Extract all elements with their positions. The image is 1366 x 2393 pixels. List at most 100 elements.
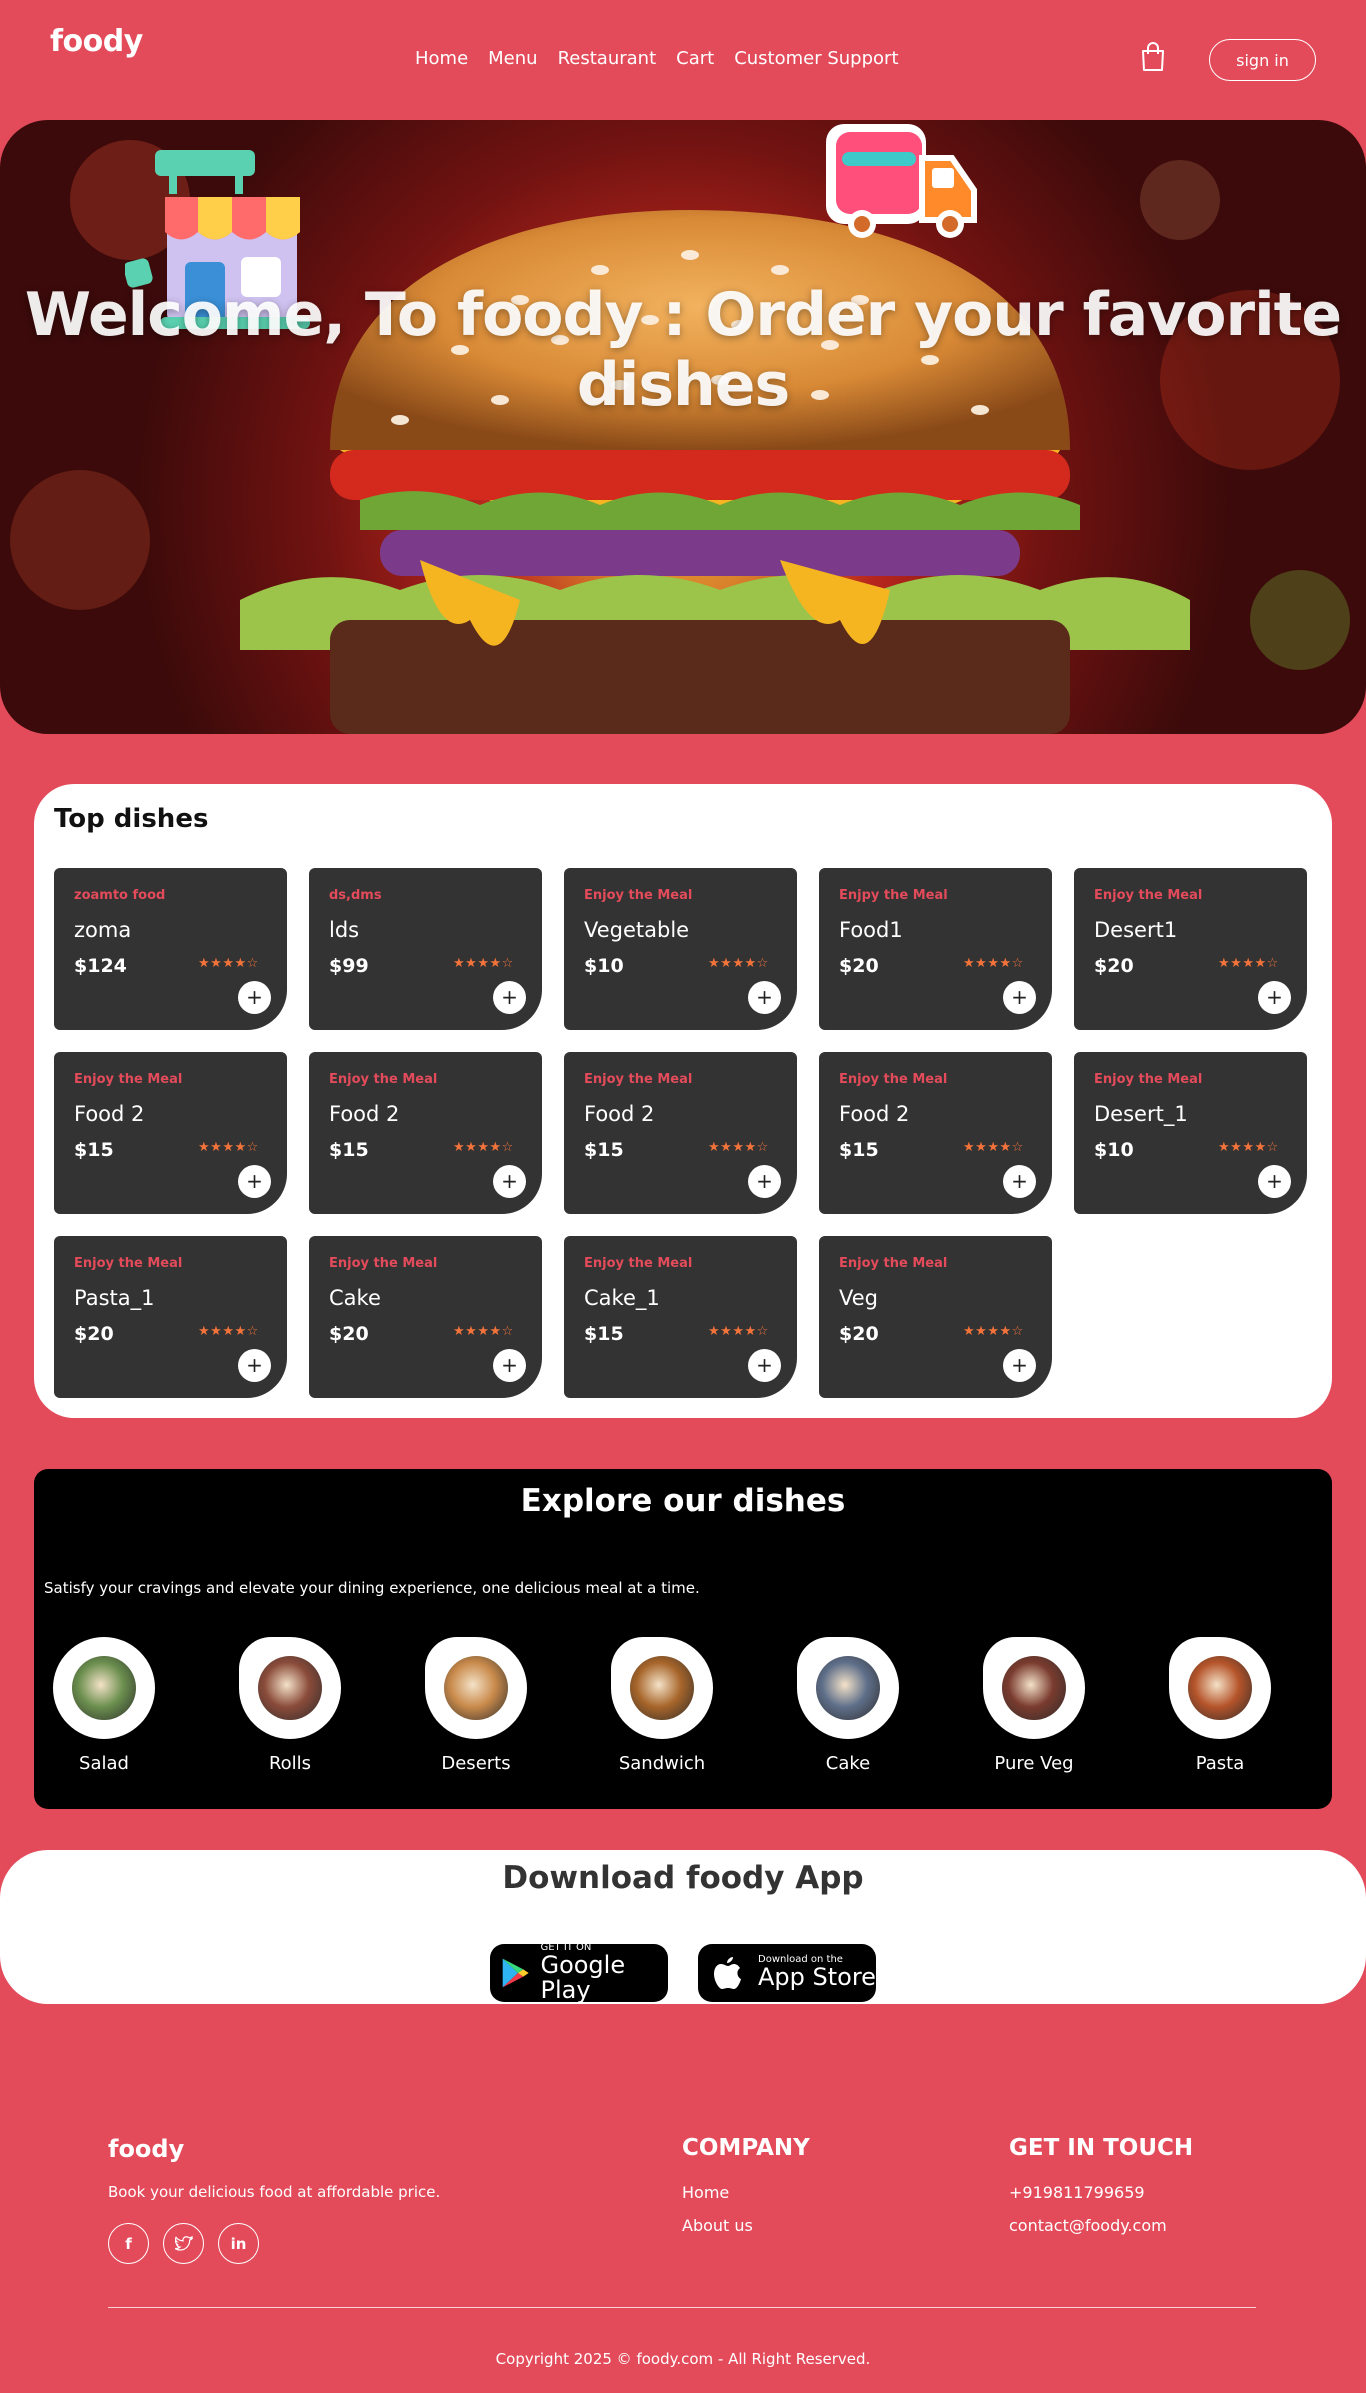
nav-link-restaurant[interactable]: Restaurant (558, 48, 657, 69)
dish-card[interactable]: Enjoy the Meal Desert_1 $10 ★★★★☆ + (1074, 1052, 1307, 1214)
footer: foody Book your delicious food at afford… (0, 2053, 1366, 2393)
dish-card[interactable]: Enjoy the Meal Food 2 $15 ★★★★☆ + (309, 1052, 542, 1214)
app-store-button[interactable]: Download on the App Store (698, 1944, 876, 2002)
category-item[interactable]: Deserts (416, 1637, 536, 1774)
category-item[interactable]: Salad (44, 1637, 164, 1774)
google-play-icon (502, 1958, 529, 1988)
star-filled-icon: ★ (1218, 1140, 1231, 1155)
add-to-cart-button[interactable]: + (238, 1165, 271, 1198)
star-filled-icon: ★ (1242, 1140, 1255, 1155)
facebook-icon[interactable]: f (108, 2223, 149, 2264)
nav-link-home[interactable]: Home (415, 48, 468, 69)
category-item[interactable]: Pure Veg (974, 1637, 1094, 1774)
star-filled-icon: ★ (708, 1140, 721, 1155)
category-label: Deserts (441, 1753, 511, 1774)
add-to-cart-button[interactable]: + (493, 1165, 526, 1198)
google-play-button[interactable]: GET IT ON Google Play (490, 1942, 668, 2003)
star-empty-icon: ☆ (246, 956, 259, 971)
add-to-cart-button[interactable]: + (1003, 981, 1036, 1014)
star-filled-icon: ★ (999, 956, 1012, 971)
dish-card[interactable]: zoamto food zoma $124 ★★★★☆ + (54, 868, 287, 1030)
add-to-cart-button[interactable]: + (1003, 1165, 1036, 1198)
nav-link-customer-support[interactable]: Customer Support (734, 48, 898, 69)
dish-card[interactable]: Enjoy the Meal Food 2 $15 ★★★★☆ + (819, 1052, 1052, 1214)
dish-card[interactable]: Enjoy the Meal Cake_1 $15 ★★★★☆ + (564, 1236, 797, 1398)
download-title: Download foody App (502, 1860, 864, 1896)
dish-tag: Enjoy the Meal (329, 1256, 438, 1271)
rating-stars: ★★★★☆ (963, 956, 1024, 971)
star-filled-icon: ★ (1218, 956, 1231, 971)
dish-name: Food 2 (839, 1102, 910, 1126)
copyright-text: Copyright 2025 © foody.com - All Right R… (495, 2350, 871, 2368)
category-image-frame (983, 1637, 1085, 1739)
star-filled-icon: ★ (489, 1140, 502, 1155)
dish-card[interactable]: Enjoy the Meal Pasta_1 $20 ★★★★☆ + (54, 1236, 287, 1398)
dish-card[interactable]: Enjoy the Meal Food 2 $15 ★★★★☆ + (564, 1052, 797, 1214)
star-filled-icon: ★ (477, 956, 490, 971)
dish-name: Food 2 (584, 1102, 655, 1126)
star-empty-icon: ☆ (246, 1324, 259, 1339)
star-filled-icon: ★ (465, 956, 478, 971)
category-item[interactable]: Sandwich (602, 1637, 722, 1774)
nav-link-menu[interactable]: Menu (488, 48, 537, 69)
nav-link-cart[interactable]: Cart (676, 48, 714, 69)
category-item[interactable]: Rolls (230, 1637, 350, 1774)
add-to-cart-button[interactable]: + (1258, 981, 1291, 1014)
dish-name: Vegetable (584, 918, 690, 942)
star-filled-icon: ★ (987, 956, 1000, 971)
footer-phone[interactable]: +919811799659 (1009, 2183, 1145, 2202)
star-filled-icon: ★ (489, 1324, 502, 1339)
dish-card[interactable]: ds,dms lds $99 ★★★★☆ + (309, 868, 542, 1030)
dish-card[interactable]: Enjoy the Meal Cake $20 ★★★★☆ + (309, 1236, 542, 1398)
dish-card[interactable]: Enjoy the Meal Veg $20 ★★★★☆ + (819, 1236, 1052, 1398)
footer-link-about[interactable]: About us (682, 2216, 753, 2235)
brand-logo[interactable]: foody (50, 24, 143, 59)
star-filled-icon: ★ (1242, 956, 1255, 971)
add-to-cart-button[interactable]: + (1003, 1349, 1036, 1382)
dish-card[interactable]: Enjoy the Meal Vegetable $10 ★★★★☆ + (564, 868, 797, 1030)
food-plate-icon (816, 1656, 880, 1720)
dish-tag: Enjoy the Meal (74, 1072, 183, 1087)
add-to-cart-button[interactable]: + (493, 1349, 526, 1382)
footer-divider (108, 2307, 1256, 2308)
add-to-cart-button[interactable]: + (1258, 1165, 1291, 1198)
add-to-cart-button[interactable]: + (748, 981, 781, 1014)
star-empty-icon: ☆ (501, 956, 514, 971)
app-store-big-text: App Store (758, 1963, 876, 1992)
star-filled-icon: ★ (198, 956, 211, 971)
dish-card[interactable]: Enjoy the Meal Food 2 $15 ★★★★☆ + (54, 1052, 287, 1214)
twitter-icon[interactable] (163, 2223, 204, 2264)
add-to-cart-button[interactable]: + (748, 1349, 781, 1382)
category-label: Cake (825, 1753, 871, 1774)
category-item[interactable]: Pasta (1160, 1637, 1280, 1774)
star-filled-icon: ★ (222, 956, 235, 971)
dish-name: Pasta_1 (74, 1286, 155, 1310)
dish-price: $20 (74, 1323, 114, 1345)
rating-stars: ★★★★☆ (963, 1140, 1024, 1155)
footer-email[interactable]: contact@foody.com (1009, 2216, 1167, 2235)
category-row: Salad Rolls Deserts Sandwich Cake Pure Veg Pas… (44, 1637, 1332, 1774)
add-to-cart-button[interactable]: + (238, 981, 271, 1014)
add-to-cart-button[interactable]: + (238, 1349, 271, 1382)
linkedin-icon[interactable]: in (218, 2223, 259, 2264)
footer-link-home[interactable]: Home (682, 2183, 729, 2202)
star-filled-icon: ★ (975, 1324, 988, 1339)
food-plate-icon (258, 1656, 322, 1720)
star-filled-icon: ★ (975, 956, 988, 971)
category-label: Pure Veg (994, 1753, 1074, 1774)
dish-tag: zoamto food (74, 888, 166, 903)
shopping-bag-icon[interactable] (1140, 42, 1166, 72)
dish-price: $20 (329, 1323, 369, 1345)
category-item[interactable]: Cake (788, 1637, 908, 1774)
dish-price: $20 (839, 955, 879, 977)
add-to-cart-button[interactable]: + (493, 981, 526, 1014)
dish-name: Desert1 (1094, 918, 1178, 942)
star-empty-icon: ☆ (501, 1140, 514, 1155)
add-to-cart-button[interactable]: + (748, 1165, 781, 1198)
sign-in-button[interactable]: sign in (1209, 39, 1316, 81)
dish-price: $20 (1094, 955, 1134, 977)
star-filled-icon: ★ (1254, 956, 1267, 971)
dish-card[interactable]: Enjpy the Meal Food1 $20 ★★★★☆ + (819, 868, 1052, 1030)
star-filled-icon: ★ (732, 956, 745, 971)
dish-card[interactable]: Enjoy the Meal Desert1 $20 ★★★★☆ + (1074, 868, 1307, 1030)
